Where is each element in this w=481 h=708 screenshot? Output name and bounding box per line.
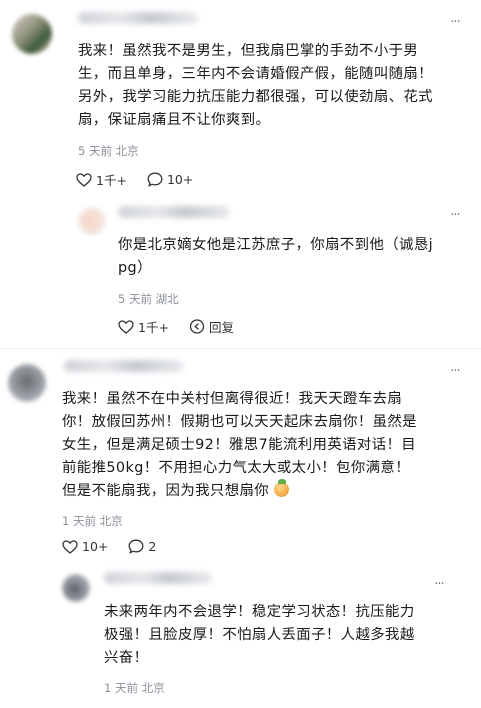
avatar[interactable]	[12, 14, 52, 54]
username[interactable]	[64, 360, 184, 372]
heart-icon	[118, 319, 134, 334]
comment-text: 你是北京嫡女他是江苏庶子，你扇不到他（诚恳j pg）	[118, 237, 434, 276]
divider	[0, 348, 481, 349]
like-button[interactable]: 1千+	[118, 317, 169, 336]
reply-icon	[189, 319, 205, 334]
username[interactable]	[104, 572, 212, 584]
heart-icon	[62, 539, 78, 554]
like-button[interactable]: 1千+	[76, 170, 127, 189]
like-count: 10+	[82, 539, 109, 554]
more-icon[interactable]: ···	[448, 365, 462, 378]
peach-emoji-icon	[274, 479, 290, 497]
more-icon[interactable]: ···	[448, 16, 462, 29]
heart-icon	[76, 172, 92, 187]
username[interactable]	[118, 206, 230, 218]
reply-label: 回复	[208, 320, 234, 335]
comment-text: 我来！虽然我不是男生，但我扇巴掌的手劲不小于男 生，而且单身，三年内不会请婚假产…	[78, 43, 433, 128]
replies-button[interactable]: 10+	[147, 172, 193, 187]
reply-count: 2	[148, 539, 157, 554]
more-icon[interactable]: ···	[432, 578, 446, 591]
avatar[interactable]	[8, 364, 46, 402]
comment-bubble-icon	[147, 172, 163, 187]
comment-meta: 5 天前 湖北	[118, 292, 179, 306]
like-button[interactable]: 10+	[62, 539, 108, 554]
username[interactable]	[78, 12, 198, 24]
avatar[interactable]	[78, 207, 106, 235]
avatar[interactable]	[62, 574, 90, 602]
replies-button[interactable]: 2	[128, 539, 156, 554]
comment-text: 未来两年内不会退学！稳定学习状态！抗压能力 极强！且脸皮厚！不怕扇人丢面子！人越…	[104, 604, 415, 666]
more-icon[interactable]: ···	[448, 209, 462, 222]
reply-count: 10+	[166, 172, 194, 187]
comment-meta: 1 天前 北京	[62, 514, 123, 528]
comment-meta: 1 天前 北京	[104, 681, 165, 695]
comment-bubble-icon	[128, 539, 144, 554]
comment-meta: 5 天前 北京	[78, 144, 139, 158]
reply-button[interactable]: 回复	[189, 317, 234, 336]
comment-text: 我来！虽然不在中关村但离得很近！我天天蹬车去扇 你！放假回苏州！假期也可以天天起…	[62, 391, 417, 499]
like-count: 1千+	[138, 320, 169, 335]
like-count: 1千+	[96, 173, 127, 188]
